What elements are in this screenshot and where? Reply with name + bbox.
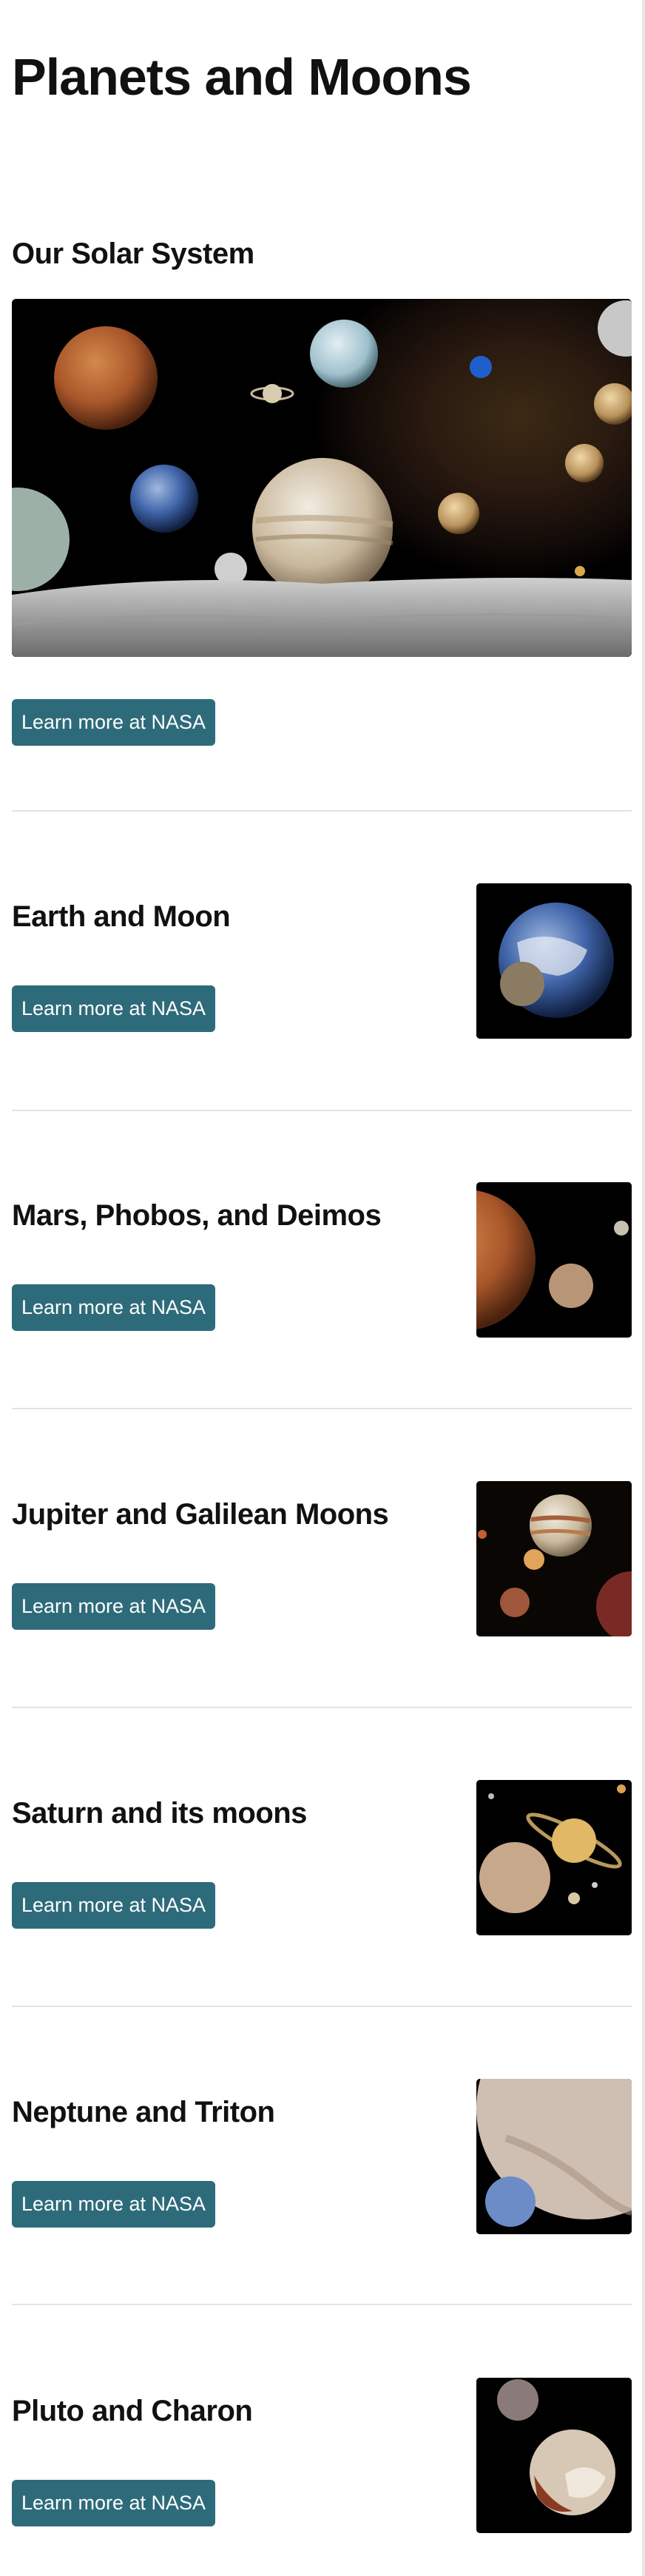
hero-section: Our Solar System bbox=[12, 235, 632, 272]
scrollbar-track[interactable] bbox=[642, 0, 645, 2576]
divider bbox=[12, 810, 632, 812]
item-title: Jupiter and Galilean Moons bbox=[12, 1498, 389, 1531]
hero-title: Our Solar System bbox=[12, 237, 254, 270]
list-item-pluto: Pluto and Charon Learn more at NASA bbox=[12, 2378, 632, 2533]
saturn-image bbox=[476, 1780, 632, 1935]
mars-illustration bbox=[476, 1182, 632, 1338]
scrollbar-thumb[interactable] bbox=[642, 0, 645, 2441]
mars-image bbox=[476, 1182, 632, 1338]
list-item-earth-moon: Earth and Moon Learn more at NASA bbox=[12, 883, 632, 1039]
learn-more-nasa-button[interactable]: Learn more at NASA bbox=[12, 1284, 215, 1331]
list-item-jupiter: Jupiter and Galilean Moons Learn more at… bbox=[12, 1481, 632, 1636]
saturn-illustration bbox=[476, 1780, 632, 1935]
learn-more-nasa-button[interactable]: Learn more at NASA bbox=[12, 1583, 215, 1630]
divider bbox=[12, 2304, 632, 2305]
divider bbox=[12, 1707, 632, 1708]
hero-actions: Learn more at NASA bbox=[12, 699, 632, 746]
learn-more-nasa-button[interactable]: Learn more at NASA bbox=[12, 2181, 215, 2228]
learn-more-nasa-button[interactable]: Learn more at NASA bbox=[12, 699, 215, 746]
jupiter-image bbox=[476, 1481, 632, 1636]
solar-system-image bbox=[12, 299, 632, 657]
learn-more-nasa-button[interactable]: Learn more at NASA bbox=[12, 2480, 215, 2526]
item-title: Saturn and its moons bbox=[12, 1797, 307, 1830]
solar-system-illustration bbox=[12, 299, 632, 657]
divider bbox=[12, 1408, 632, 1409]
learn-more-nasa-button[interactable]: Learn more at NASA bbox=[12, 985, 215, 1032]
page-title: Planets and Moons bbox=[12, 48, 472, 106]
item-title: Earth and Moon bbox=[12, 900, 231, 933]
neptune-illustration bbox=[476, 2079, 632, 2234]
earth-moon-illustration bbox=[476, 883, 632, 1039]
pluto-image bbox=[476, 2378, 632, 2533]
item-title: Neptune and Triton bbox=[12, 2096, 275, 2128]
learn-more-nasa-button[interactable]: Learn more at NASA bbox=[12, 1882, 215, 1929]
list-item-neptune: Neptune and Triton Learn more at NASA bbox=[12, 2079, 632, 2234]
pluto-illustration bbox=[476, 2378, 632, 2533]
divider bbox=[12, 2006, 632, 2007]
list-item-mars: Mars, Phobos, and Deimos Learn more at N… bbox=[12, 1182, 632, 1338]
neptune-image bbox=[476, 2079, 632, 2234]
list-item-saturn: Saturn and its moons Learn more at NASA bbox=[12, 1780, 632, 1935]
divider bbox=[12, 1110, 632, 1111]
item-title: Pluto and Charon bbox=[12, 2395, 253, 2427]
item-title: Mars, Phobos, and Deimos bbox=[12, 1199, 382, 1232]
earth-moon-image bbox=[476, 883, 632, 1039]
jupiter-illustration bbox=[476, 1481, 632, 1636]
